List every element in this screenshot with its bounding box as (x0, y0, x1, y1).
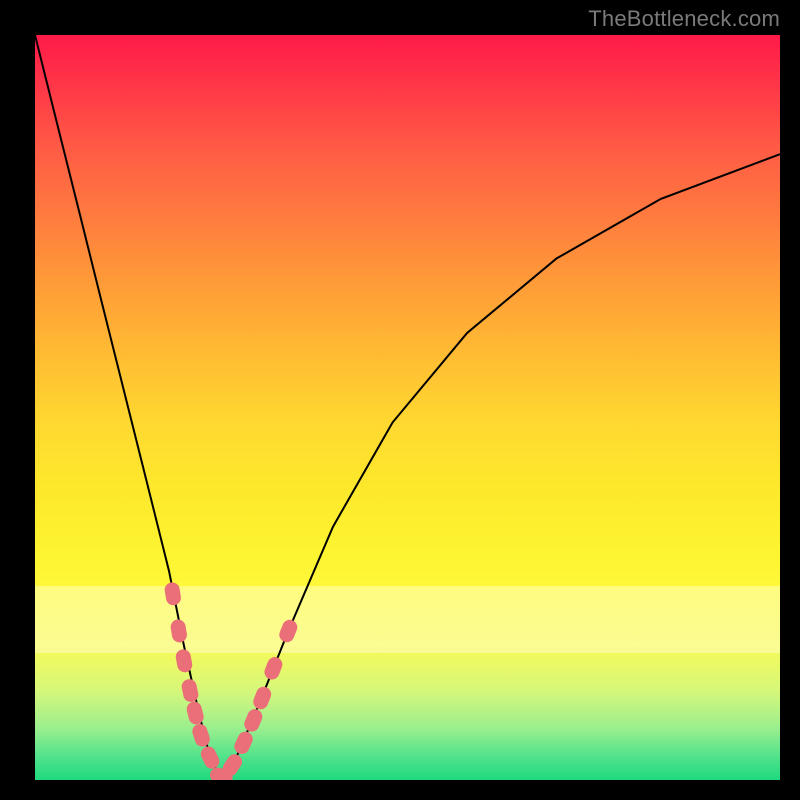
plot-area (35, 35, 780, 780)
marker-point (252, 685, 273, 711)
marker-point (191, 723, 211, 748)
highlighted-points (164, 582, 299, 780)
marker-point (170, 619, 187, 643)
marker-point (278, 618, 299, 644)
marker-point (181, 678, 199, 702)
marker-point (164, 582, 181, 606)
marker-point (243, 708, 264, 734)
bottleneck-curve (35, 35, 780, 780)
marker-point (199, 745, 221, 771)
chart-frame: TheBottleneck.com (0, 0, 800, 800)
watermark: TheBottleneck.com (588, 6, 780, 32)
marker-point (186, 701, 205, 726)
marker-point (175, 649, 193, 673)
curve-layer (35, 35, 780, 780)
marker-point (263, 656, 284, 682)
marker-point (233, 730, 255, 756)
